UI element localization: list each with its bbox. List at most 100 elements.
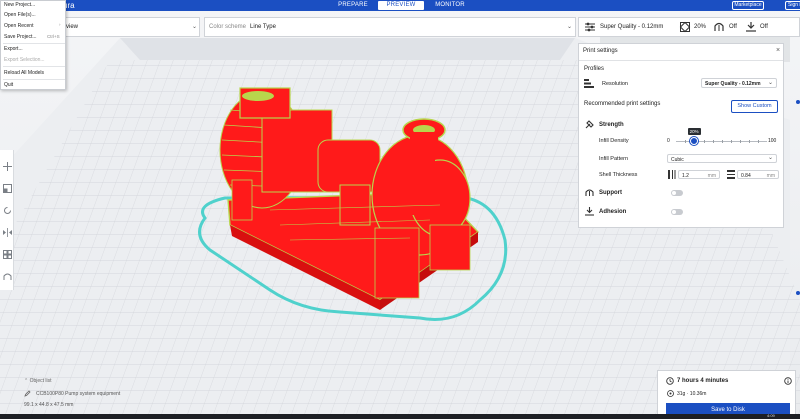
support-toggle[interactable] xyxy=(671,190,683,196)
object-list-toggle[interactable]: ⌃ Object list xyxy=(24,378,52,384)
resolution-label: Resolution xyxy=(602,81,628,87)
top-bottom-thickness-unit: mm xyxy=(766,173,775,179)
menu-divider xyxy=(3,43,65,44)
show-custom-button[interactable]: Show Custom xyxy=(731,100,778,113)
shell-thickness-label: Shell Thickness xyxy=(599,172,638,178)
system-clock: 4:09 xyxy=(767,413,775,418)
wall-thickness-value: 1.2 xyxy=(682,173,689,179)
menu-export-selection: Export Selection... xyxy=(4,57,45,63)
adhesion-label: Adhesion xyxy=(599,209,627,215)
adhesion-icon xyxy=(585,207,594,216)
marketplace-button[interactable]: Marketplace xyxy=(732,1,764,10)
menu-save-shortcut: Ctrl+S xyxy=(47,34,60,39)
resolution-value: Super Quality - 0.12mm xyxy=(705,81,761,87)
menu-divider xyxy=(3,66,65,67)
slider-tick xyxy=(713,140,714,143)
support-icon xyxy=(714,22,724,31)
slider-tick xyxy=(685,140,686,143)
chevron-down-icon: ⌄ xyxy=(192,24,198,30)
move-icon[interactable] xyxy=(3,162,12,171)
mirror-icon[interactable] xyxy=(3,228,12,237)
file-menu: New Project... Open File(s)... Open Rece… xyxy=(0,0,66,90)
menu-reload-all[interactable]: Reload All Models xyxy=(4,70,44,76)
menu-save-project[interactable]: Save Project... xyxy=(4,34,37,40)
object-name: CCB100P80 Pump system equipment xyxy=(36,391,121,397)
infill-icon xyxy=(679,21,691,33)
resolution-select[interactable]: Super Quality - 0.12mm ⌄ xyxy=(701,78,777,88)
menu-quit[interactable]: Quit xyxy=(4,82,13,88)
slider-max-label: 100 xyxy=(768,138,777,144)
top-bottom-thickness-value: 0.84 xyxy=(741,173,751,179)
info-icon[interactable] xyxy=(784,377,792,385)
signin-button[interactable]: Sign in xyxy=(785,1,800,10)
wall-icon xyxy=(668,170,676,179)
profiles-label: Profiles xyxy=(584,66,605,72)
color-scheme-label: Color scheme xyxy=(209,24,247,30)
panel-title: Print settings xyxy=(583,48,618,54)
quality-icon xyxy=(585,22,595,32)
rotate-icon[interactable] xyxy=(3,206,12,215)
coupling-guard xyxy=(317,139,381,193)
print-time: 7 hours 4 minutes xyxy=(677,378,729,384)
slider-tick xyxy=(722,140,723,143)
infill-pattern-select[interactable]: Cubic ⌄ xyxy=(667,154,777,163)
clock-icon xyxy=(666,377,674,385)
tab-monitor[interactable]: MONITOR xyxy=(430,1,470,10)
strength-icon xyxy=(585,120,594,129)
infill-density-slider-handle[interactable] xyxy=(690,137,699,145)
close-icon[interactable]: × xyxy=(776,47,780,54)
infill-pattern-label: Infill Pattern xyxy=(599,156,629,162)
support-icon xyxy=(585,189,594,196)
chevron-down-icon: ⌄ xyxy=(768,80,774,86)
per-model-icon[interactable] xyxy=(3,250,12,259)
menu-open-files[interactable]: Open File(s)... xyxy=(4,12,36,18)
scale-icon[interactable] xyxy=(3,184,12,193)
support-blocker-icon[interactable] xyxy=(3,272,12,281)
adhesion-icon xyxy=(746,22,756,32)
print-settings-panel: Print settings × Profiles Resolution Sup… xyxy=(578,43,784,228)
menu-export[interactable]: Export... xyxy=(4,46,23,52)
edit-icon[interactable] xyxy=(24,390,31,397)
slider-tick xyxy=(749,140,750,143)
divider xyxy=(579,60,783,61)
os-taskbar xyxy=(0,414,800,419)
chevron-down-icon: ⌄ xyxy=(567,24,573,30)
slider-tick xyxy=(731,140,732,143)
wall-thickness-field[interactable]: 1.2 mm xyxy=(678,170,720,179)
infill-value: 20% xyxy=(694,24,707,30)
chevron-down-icon: ⌄ xyxy=(768,155,774,161)
print-setup-selector[interactable]: Super Quality - 0.12mm 20% Off Off xyxy=(578,17,800,37)
infill-density-label: Infill Density xyxy=(599,138,629,144)
material-icon xyxy=(667,390,674,397)
tab-preview[interactable]: PREVIEW xyxy=(378,1,424,10)
object-dimensions: 99.1 x 44.8 x 47.5 mm xyxy=(24,402,74,408)
color-scheme-selector[interactable]: Color scheme Line Type ⌄ xyxy=(204,17,576,37)
slider-tick xyxy=(740,140,741,143)
material-usage: 31g · 10.36m xyxy=(677,391,707,397)
support-label: Support xyxy=(599,190,622,196)
view-type-selector[interactable]: view ⌄ xyxy=(55,17,200,37)
strength-label: Strength xyxy=(599,122,624,128)
top-bottom-icon xyxy=(727,170,735,179)
print-estimate-panel: 7 hours 4 minutes 31g · 10.36m Save to D… xyxy=(657,370,796,419)
menu-new-project[interactable]: New Project... xyxy=(4,2,35,8)
quality-value: Super Quality - 0.12mm xyxy=(600,24,664,30)
left-toolbar xyxy=(0,150,14,290)
color-scheme-value: Line Type xyxy=(250,24,276,30)
menu-open-recent[interactable]: Open Recent xyxy=(4,23,33,29)
infill-pattern-value: Cubic xyxy=(671,157,684,163)
resolution-icon xyxy=(584,79,594,88)
slider-tick xyxy=(758,140,759,143)
top-bar: ura PREPARE PREVIEW MONITOR Marketplace … xyxy=(0,0,800,11)
adhesion-toggle[interactable] xyxy=(671,209,683,215)
slider-tick xyxy=(704,140,705,143)
recommended-label: Recommended print settings xyxy=(584,101,661,107)
menu-divider xyxy=(3,79,65,80)
view-type-label: view xyxy=(66,24,79,30)
infill-density-tooltip: 20% xyxy=(687,128,701,135)
top-bottom-thickness-field[interactable]: 0.84 mm xyxy=(737,170,779,179)
chevron-right-icon: › xyxy=(59,22,61,27)
support-value: Off xyxy=(729,24,737,30)
adhesion-value: Off xyxy=(760,24,768,30)
tab-prepare[interactable]: PREPARE xyxy=(334,1,372,10)
